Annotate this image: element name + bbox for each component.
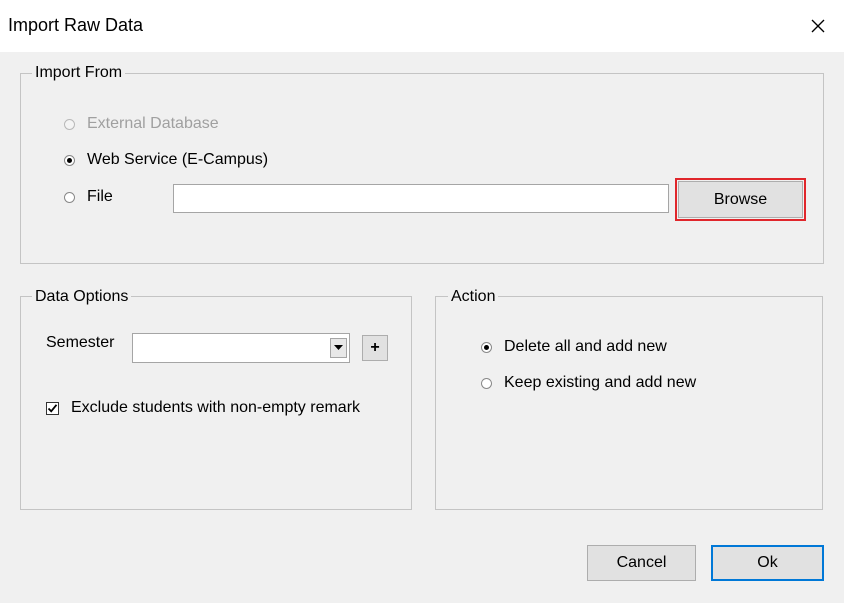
checkbox-box[interactable] [46, 401, 59, 415]
radio-label: File [87, 188, 113, 205]
browse-button[interactable]: Browse [678, 181, 803, 218]
action-group [435, 296, 823, 510]
radio-button[interactable] [481, 377, 492, 389]
radio-label: External Database [87, 115, 219, 132]
add-semester-button[interactable]: + [362, 335, 388, 361]
radio-button[interactable] [481, 341, 492, 353]
action-legend: Action [448, 288, 499, 306]
radio-button[interactable] [64, 154, 75, 166]
radio-button[interactable] [64, 118, 75, 130]
window-title: Import Raw Data [8, 15, 144, 35]
radio-button[interactable] [64, 191, 75, 203]
radio-label: Web Service (E-Campus) [87, 151, 269, 168]
exclude-remark-checkbox[interactable]: Exclude students with non-empty remark [46, 399, 360, 417]
radio-file[interactable]: File [64, 188, 113, 206]
semester-combo[interactable] [132, 333, 350, 363]
data-options-legend: Data Options [32, 288, 132, 306]
close-icon [811, 19, 825, 33]
radio-label: Keep existing and add new [504, 374, 697, 391]
combo-dropdown-button[interactable] [330, 338, 347, 358]
checkbox-label: Exclude students with non-empty remark [71, 399, 361, 416]
checkmark-icon [47, 403, 58, 413]
radio-web-service[interactable]: Web Service (E-Campus) [64, 151, 268, 169]
title-bar: Import Raw Data [0, 0, 844, 52]
ok-button[interactable]: Ok [711, 545, 824, 581]
cancel-button[interactable]: Cancel [587, 545, 696, 581]
import-from-legend: Import From [32, 64, 126, 82]
radio-external-database[interactable]: External Database [64, 115, 219, 133]
chevron-down-icon [334, 345, 343, 350]
radio-label: Delete all and add new [504, 338, 667, 355]
radio-keep-existing[interactable]: Keep existing and add new [481, 374, 696, 392]
semester-label: Semester [46, 334, 115, 351]
radio-delete-all[interactable]: Delete all and add new [481, 338, 667, 356]
browse-highlight: Browse [675, 178, 806, 221]
close-button[interactable] [796, 8, 840, 44]
file-path-input[interactable] [173, 184, 669, 213]
